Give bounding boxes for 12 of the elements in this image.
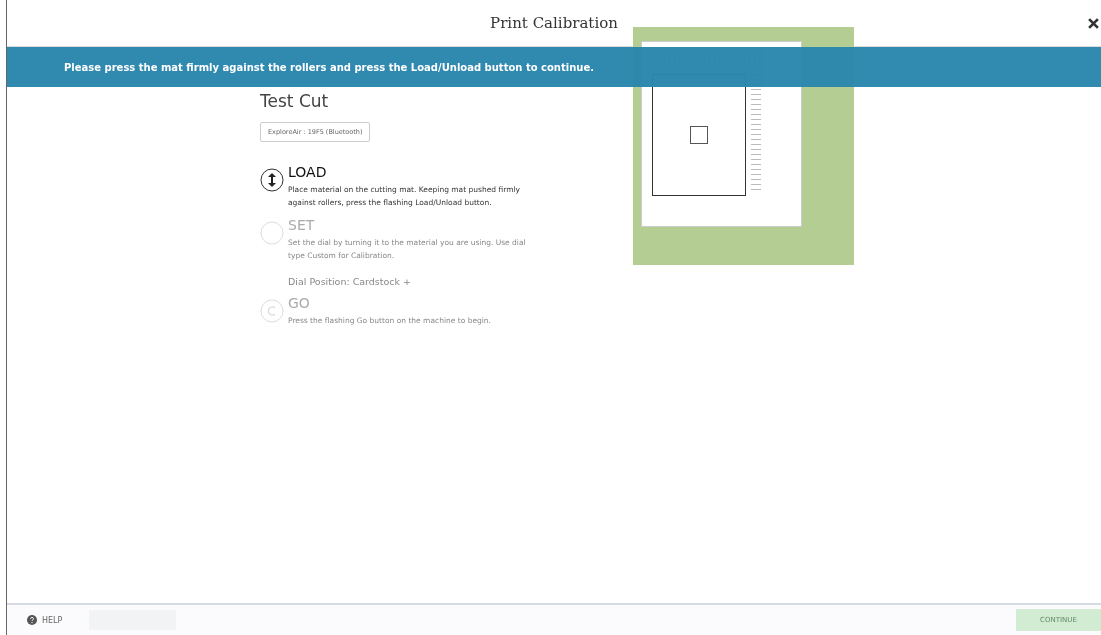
circle-icon [260,221,284,245]
step-title: LOAD [288,164,328,180]
notification-banner: Please press the mat firmly against the rollers and press the Load/Unload button to continue. [7,47,1101,87]
close-icon[interactable] [1088,18,1099,29]
circle-icon [260,299,284,323]
step-title: GO [288,295,311,311]
window-title: Print Calibration [490,14,618,32]
help-icon[interactable] [27,615,37,625]
heading: Test Cut [260,91,330,111]
step-title: SET [288,217,316,233]
dial-position-link[interactable]: Dial Position: Cardstock + [288,276,538,287]
help-link[interactable]: HELP [27,615,63,625]
